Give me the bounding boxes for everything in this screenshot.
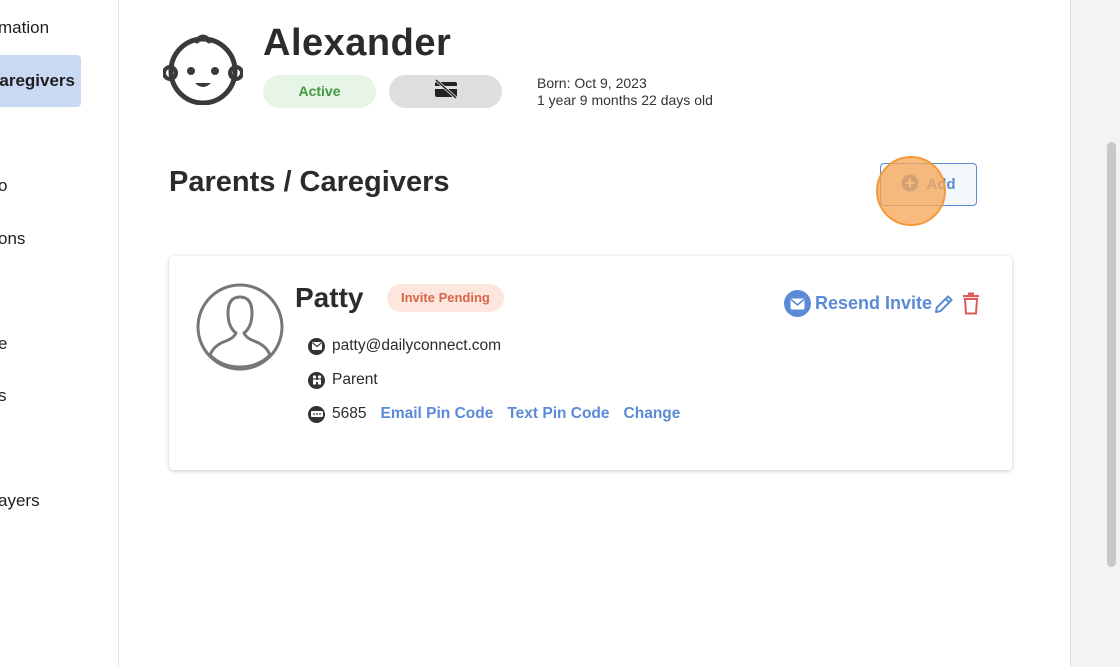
resend-invite-button[interactable]: Resend Invite [784, 290, 932, 317]
caregiver-email: patty@dailyconnect.com [332, 337, 502, 354]
pin-dots-icon [308, 405, 325, 423]
add-caregiver-button[interactable]: Add [880, 163, 977, 206]
sidebar-item-label: o [0, 176, 8, 195]
sidebar-item-label: e [0, 334, 8, 353]
envelope-icon [308, 337, 325, 355]
sidebar-item-4[interactable]: ons [0, 229, 25, 249]
birth-info: Born: Oct 9, 2023 1 year 9 months 22 day… [537, 75, 713, 109]
envelope-icon [784, 290, 811, 317]
born-date: Born: Oct 9, 2023 [537, 75, 647, 91]
sidebar-item-label: Caregivers [0, 71, 75, 90]
child-name: Alexander [263, 22, 452, 64]
sidebar-item-7[interactable]: ayers [0, 491, 40, 511]
email-pin-code-link[interactable]: Email Pin Code [380, 405, 493, 423]
status-badge: Active [263, 75, 376, 108]
no-card-icon [434, 78, 458, 104]
invite-status-badge: Invite Pending [387, 284, 504, 312]
device-status-badge [389, 75, 502, 108]
caregiver-role: Parent [332, 371, 378, 388]
sidebar-item-label: ayers [0, 491, 40, 510]
baby-face-icon [162, 33, 244, 106]
sidebar: mation Caregivers o ons e s ayers [0, 0, 118, 667]
sidebar-item-information[interactable]: mation [0, 18, 49, 38]
text-pin-code-link[interactable]: Text Pin Code [507, 405, 609, 423]
role-row: Parent [308, 371, 378, 389]
scrollbar-thumb[interactable] [1107, 142, 1116, 567]
sidebar-item-label: ons [0, 229, 26, 248]
trash-icon[interactable] [961, 292, 981, 315]
sidebar-item-caregivers[interactable]: Caregivers [0, 55, 81, 107]
email-row: patty@dailyconnect.com [308, 337, 501, 355]
pencil-icon[interactable] [933, 293, 955, 315]
plus-circle-icon [901, 174, 919, 196]
sidebar-item-5[interactable]: e [0, 334, 7, 354]
person-outline-icon [196, 283, 284, 371]
pin-row: 5685 Email Pin Code Text Pin Code Change [308, 405, 680, 423]
change-pin-link[interactable]: Change [624, 405, 681, 423]
sidebar-item-6[interactable]: s [0, 386, 7, 406]
family-icon [308, 371, 325, 389]
age-text: 1 year 9 months 22 days old [537, 92, 713, 108]
add-button-label: Add [926, 176, 956, 193]
resend-invite-label: Resend Invite [815, 293, 933, 313]
sidebar-item-3[interactable]: o [0, 176, 7, 196]
page: mation Caregivers o ons e s ayers Alexan… [0, 0, 1120, 667]
sidebar-item-label: s [0, 386, 7, 405]
section-title: Parents / Caregivers [169, 166, 450, 198]
pin-code: 5685 [332, 405, 367, 422]
sidebar-item-label: mation [0, 18, 50, 37]
caregiver-name: Patty [295, 282, 364, 313]
